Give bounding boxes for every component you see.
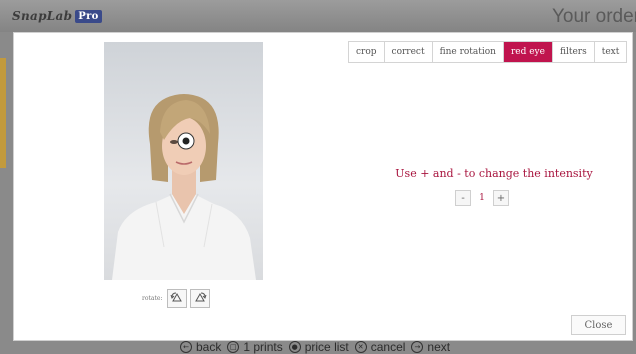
intensity-value: 1 <box>479 193 485 203</box>
photo-preview[interactable] <box>104 42 263 280</box>
next-link[interactable]: → next <box>411 340 450 354</box>
rotate-controls: rotate: <box>142 288 211 308</box>
rotate-left-button[interactable] <box>167 288 188 308</box>
brand-name: SnapLab <box>12 9 73 23</box>
prints-link[interactable]: □ 1 prints <box>227 340 283 354</box>
intensity-stepper: - 1 + <box>455 190 509 206</box>
intensity-instruction: Use + and - to change the intensity <box>395 167 593 180</box>
tab-filters[interactable]: filters <box>553 42 595 62</box>
decrease-intensity-button[interactable]: - <box>455 190 471 206</box>
rotate-right-icon <box>195 292 207 302</box>
brand-badge: Pro <box>75 10 102 23</box>
price-list-link[interactable]: ● price list <box>288 340 349 354</box>
prints-label: 1 prints <box>243 340 283 354</box>
price-list-icon: ● <box>288 341 301 353</box>
photo-editor-dialog: rotate: crop correct fine rotation red e… <box>13 32 633 341</box>
cancel-link[interactable]: ✕ cancel <box>354 340 406 354</box>
back-arrow-icon: ← <box>180 341 192 353</box>
bottom-navigation: ← back □ 1 prints ● price list ✕ cancel … <box>180 340 450 354</box>
back-label: back <box>196 340 222 354</box>
page-title: Your order <box>551 6 636 27</box>
cancel-label: cancel <box>370 340 406 354</box>
app-logo: SnapLab Pro <box>12 9 102 23</box>
editor-tabs: crop correct fine rotation red eye filte… <box>348 41 628 63</box>
close-button[interactable]: Close <box>571 315 626 335</box>
tab-text[interactable]: text <box>595 42 627 62</box>
next-arrow-icon: → <box>411 341 424 353</box>
rotate-label: rotate: <box>142 294 163 302</box>
increase-intensity-button[interactable]: + <box>493 190 509 206</box>
rotate-left-icon <box>170 292 183 302</box>
price-list-label: price list <box>304 340 349 354</box>
back-link[interactable]: ← back <box>180 340 221 354</box>
next-label: next <box>427 340 451 354</box>
tab-fine-rotation[interactable]: fine rotation <box>433 42 504 62</box>
side-accent-strip <box>0 58 6 168</box>
tab-crop[interactable]: crop <box>349 42 385 62</box>
red-eye-cursor-icon[interactable] <box>177 132 195 150</box>
tab-red-eye[interactable]: red eye <box>503 42 553 62</box>
tab-correct[interactable]: correct <box>385 42 433 62</box>
top-bar: SnapLab Pro Your order <box>0 0 636 32</box>
prints-icon: □ <box>227 341 240 353</box>
portrait-image <box>112 94 256 280</box>
rotate-right-button[interactable] <box>190 288 211 308</box>
cancel-x-icon: ✕ <box>354 341 367 353</box>
